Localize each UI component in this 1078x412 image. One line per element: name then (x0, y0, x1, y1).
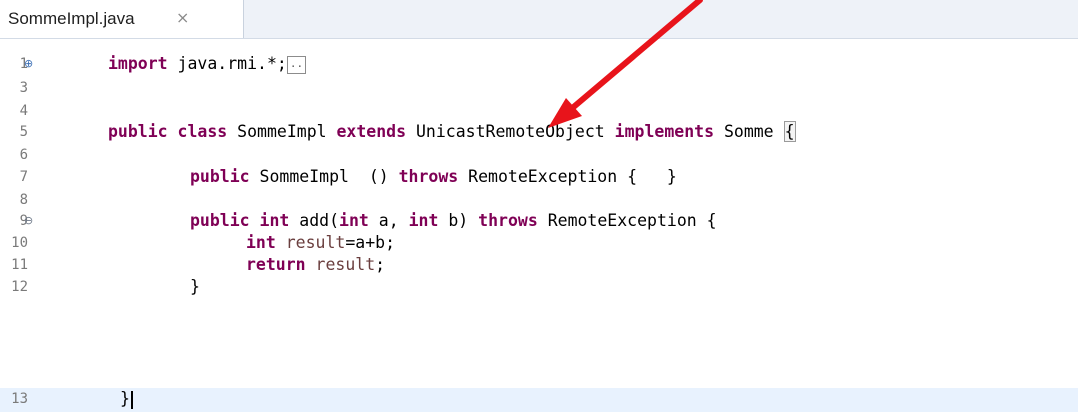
code-line-7: 7 public SommeImpl () throws RemoteExcep… (0, 166, 1078, 188)
fold-expand-icon[interactable]: ⊕ (24, 53, 36, 75)
text-cursor (130, 390, 133, 409)
code-line-3: 3 (0, 77, 1078, 99)
code-text: int result=a+b; (246, 233, 396, 252)
tab-title: SommeImpl.java (8, 9, 135, 28)
matching-brace-highlight: { (783, 121, 796, 142)
code-line-11: 11 return result; (0, 254, 1078, 276)
code-line-6: 6 (0, 144, 1078, 166)
code-line-13-current: 13 } (0, 388, 1078, 412)
code-line-8: 8 (0, 189, 1078, 211)
code-text: return result; (246, 255, 386, 274)
code-text: } (120, 388, 133, 410)
code-line-4: 4 (0, 100, 1078, 122)
code-text: public SommeImpl () throws RemoteExcepti… (190, 167, 677, 186)
line-number: 8 (19, 192, 28, 208)
code-line-5: 5 public class SommeImpl extends Unicast… (0, 121, 1078, 143)
code-text: } (190, 277, 200, 296)
code-editor[interactable]: 1 ⊕ import java.rmi.*;.. 3 4 5 public cl… (0, 39, 1078, 412)
eclipse-editor-window: SommeImpl.java ⨯ 1 ⊕ import java.rmi.*;.… (0, 0, 1078, 412)
fold-collapse-icon[interactable]: ⊖ (24, 210, 36, 232)
line-number: 3 (19, 80, 28, 96)
line-number: 4 (19, 103, 28, 119)
code-text: public class SommeImpl extends UnicastRe… (108, 121, 796, 142)
line-number: 5 (19, 124, 28, 140)
code-line-1: 1 ⊕ import java.rmi.*;.. (0, 53, 1078, 75)
code-line-9: 9 ⊖ public int add(int a, int b) throws … (0, 210, 1078, 232)
code-text: import java.rmi.*;.. (108, 53, 307, 75)
code-line-10: 10 int result=a+b; (0, 232, 1078, 254)
close-tab-icon[interactable]: ⨯ (176, 8, 189, 27)
line-number: 11 (11, 257, 28, 273)
editor-tab-bar: SommeImpl.java ⨯ (0, 0, 1078, 39)
code-line-12: 12 } (0, 276, 1078, 298)
line-number: 6 (19, 147, 28, 163)
line-number: 7 (19, 169, 28, 185)
line-number: 13 (11, 391, 28, 407)
line-number: 12 (11, 279, 28, 295)
line-number: 10 (11, 235, 28, 251)
code-text: public int add(int a, int b) throws Remo… (190, 211, 717, 230)
extends-keyword: extends (336, 122, 407, 141)
collapsed-imports-marker[interactable]: .. (286, 55, 307, 74)
tab-sommeimpl-java[interactable]: SommeImpl.java ⨯ (0, 0, 244, 38)
